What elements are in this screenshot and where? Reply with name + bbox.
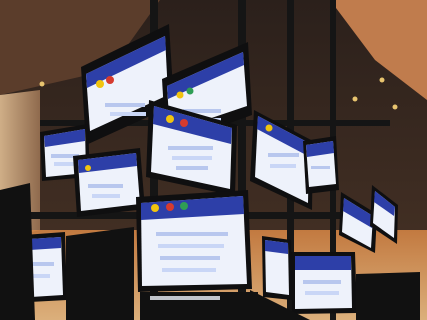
screen-10 [136,190,252,292]
screen-7 [303,136,339,194]
screen-4 [73,148,145,217]
photo-scene [0,0,427,320]
screen-13 [262,236,292,300]
screen-12 [291,252,357,314]
monitor-cluster-photo [0,0,427,320]
